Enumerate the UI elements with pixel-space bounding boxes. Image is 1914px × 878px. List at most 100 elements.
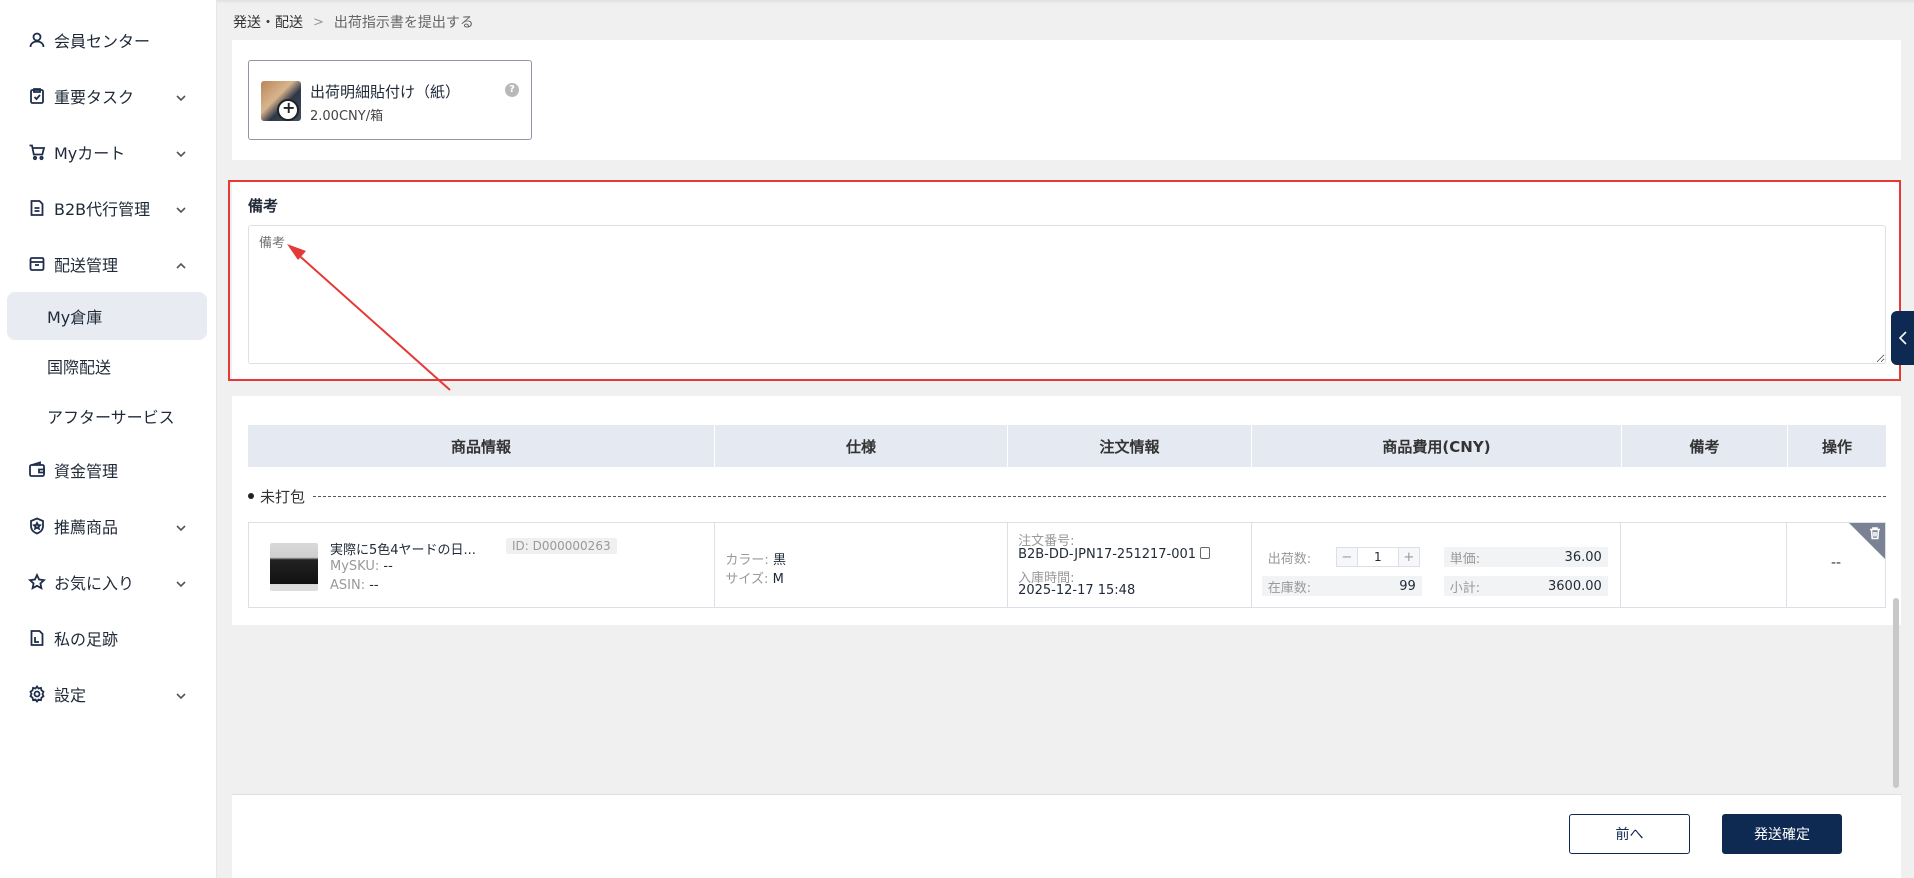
column-header-remark: 備考 bbox=[1622, 425, 1788, 467]
stock-qty-box: 在庫数: 99 bbox=[1261, 576, 1422, 596]
scrollbar[interactable] bbox=[1893, 598, 1899, 788]
prev-button[interactable]: 前へ bbox=[1569, 814, 1690, 854]
bullet-icon bbox=[248, 493, 254, 499]
cart-icon bbox=[28, 143, 46, 161]
chevron-down-icon bbox=[175, 520, 187, 532]
column-header-product-cost: 商品費用(CNY) bbox=[1252, 425, 1622, 467]
box-icon bbox=[28, 255, 46, 273]
wallet-icon bbox=[28, 461, 46, 479]
cell-product-cost: 出荷数: − 1 + 在庫数: 99 単価: 36.00 小計: 3600.00 bbox=[1252, 523, 1622, 607]
minus-button[interactable]: − bbox=[1336, 548, 1357, 566]
asin-line: ASIN: -- bbox=[330, 578, 379, 593]
asin-label: ASIN: bbox=[330, 578, 366, 593]
cell-spec: カラー: 黒 サイズ: M bbox=[715, 523, 1009, 607]
sidebar-item-my-cart[interactable]: Myカート bbox=[0, 132, 217, 172]
remark-title: 備考 bbox=[248, 197, 279, 215]
service-card[interactable]: 出荷明細貼付け（紙） 2.00CNY/箱 ? bbox=[248, 60, 532, 140]
trash-icon[interactable] bbox=[1868, 526, 1882, 540]
breadcrumb: 発送・配送 > 出荷指示書を提出する bbox=[233, 12, 474, 32]
help-icon[interactable]: ? bbox=[505, 83, 519, 97]
shield-star-icon bbox=[28, 517, 46, 535]
cell-product-info: 実際に5色4ヤードの日... ID: D000000263 MySKU: -- … bbox=[249, 523, 716, 607]
footprint-icon bbox=[28, 629, 46, 647]
service-price: 2.00CNY/箱 bbox=[310, 109, 384, 124]
zoom-in-icon[interactable] bbox=[277, 98, 299, 121]
sidebar-item-settings[interactable]: 設定 bbox=[0, 674, 217, 714]
product-image[interactable] bbox=[270, 543, 318, 591]
sidebar: 会員センター 重要タスク Myカート B2B代行管理 配送管理 My倉庫 国際配… bbox=[0, 0, 217, 878]
quantity-stepper[interactable]: − 1 + bbox=[1335, 547, 1420, 567]
sidebar-item-my-footprints[interactable]: 私の足跡 bbox=[0, 618, 217, 658]
stock-time: 2025-12-17 15:48 bbox=[1018, 583, 1136, 598]
top-shadow bbox=[217, 0, 1914, 4]
subtotal-value: 3600.00 bbox=[1548, 578, 1602, 594]
stock-qty-value: 99 bbox=[1399, 578, 1416, 594]
subtotal-box: 小計: 3600.00 bbox=[1443, 576, 1608, 596]
chevron-left-icon bbox=[1898, 331, 1907, 345]
mysku-line: MySKU: -- bbox=[330, 559, 393, 574]
product-name[interactable]: 実際に5色4ヤードの日... bbox=[330, 539, 476, 558]
stock-qty-label: 在庫数: bbox=[1267, 580, 1312, 596]
column-header-order-info: 注文情報 bbox=[1008, 425, 1252, 467]
sidebar-item-label: 私の足跡 bbox=[54, 630, 119, 649]
document-icon bbox=[28, 199, 46, 217]
color-value: 黒 bbox=[772, 553, 786, 568]
chevron-down-icon bbox=[175, 90, 187, 102]
mysku-label: MySKU: bbox=[330, 559, 380, 574]
quantity-value[interactable]: 1 bbox=[1356, 548, 1399, 566]
sidebar-item-recommended-products[interactable]: 推薦商品 bbox=[0, 506, 217, 546]
asin-value: -- bbox=[369, 578, 379, 593]
column-header-spec: 仕様 bbox=[715, 425, 1008, 467]
table-header: 商品情報 仕様 注文情報 商品費用(CNY) 備考 操作 bbox=[248, 425, 1886, 467]
remark-textarea[interactable] bbox=[248, 225, 1886, 364]
cell-remark bbox=[1621, 523, 1788, 607]
group-row-unpacked: 未打包 bbox=[248, 486, 1886, 506]
sidebar-item-funds-management[interactable]: 資金管理 bbox=[0, 450, 217, 490]
sidebar-item-important-tasks[interactable]: 重要タスク bbox=[0, 76, 217, 116]
collapse-panel-tab[interactable] bbox=[1891, 311, 1914, 365]
cell-order-info: 注文番号: B2B-DD-JPN17-251217-001 入庫時間: 2025… bbox=[1008, 523, 1252, 607]
size-value: M bbox=[772, 572, 784, 587]
breadcrumb-current: 出荷指示書を提出する bbox=[333, 15, 474, 31]
subtotal-label: 小計: bbox=[1449, 580, 1481, 596]
cell-operation: -- bbox=[1787, 523, 1885, 607]
chevron-up-icon bbox=[175, 258, 187, 270]
sidebar-item-label: 資金管理 bbox=[54, 462, 119, 481]
sidebar-item-shipping-management[interactable]: 配送管理 bbox=[0, 244, 217, 284]
copy-icon[interactable] bbox=[1200, 547, 1211, 559]
unit-price-label: 単価: bbox=[1449, 551, 1481, 567]
color-line: カラー: 黒 bbox=[725, 549, 786, 568]
dashed-divider bbox=[313, 495, 1886, 497]
unit-price-box: 単価: 36.00 bbox=[1443, 547, 1608, 567]
sidebar-item-label: 設定 bbox=[54, 686, 87, 705]
sidebar-item-b2b-management[interactable]: B2B代行管理 bbox=[0, 188, 217, 228]
chevron-down-icon bbox=[175, 576, 187, 588]
gear-icon bbox=[28, 685, 46, 703]
group-label: 未打包 bbox=[260, 487, 306, 506]
order-number-line: B2B-DD-JPN17-251217-001 bbox=[1018, 547, 1211, 562]
confirm-shipping-button[interactable]: 発送確定 bbox=[1722, 814, 1842, 854]
sidebar-item-label: 会員センター bbox=[54, 32, 151, 51]
plus-button[interactable]: + bbox=[1398, 548, 1419, 566]
sidebar-item-label: 推薦商品 bbox=[54, 518, 119, 537]
table-row: 実際に5色4ヤードの日... ID: D000000263 MySKU: -- … bbox=[248, 522, 1886, 608]
breadcrumb-parent[interactable]: 発送・配送 bbox=[233, 12, 303, 32]
sidebar-subitem-my-warehouse[interactable]: My倉庫 bbox=[7, 292, 207, 340]
column-header-product-info: 商品情報 bbox=[248, 425, 715, 467]
sidebar-item-label: Myカート bbox=[54, 144, 126, 163]
clipboard-icon bbox=[28, 87, 46, 105]
unit-price-value: 36.00 bbox=[1564, 549, 1602, 565]
sidebar-subitem-international-shipping[interactable]: 国際配送 bbox=[7, 342, 207, 390]
sidebar-item-label: B2B代行管理 bbox=[54, 200, 151, 219]
size-line: サイズ: M bbox=[725, 568, 783, 587]
column-header-operation: 操作 bbox=[1821, 437, 1852, 456]
sidebar-subitem-after-service[interactable]: アフターサービス bbox=[7, 392, 207, 440]
product-id-badge: ID: D000000263 bbox=[506, 538, 617, 554]
sidebar-item-label: 重要タスク bbox=[54, 88, 135, 107]
sidebar-item-member-center[interactable]: 会員センター bbox=[0, 20, 217, 60]
sidebar-item-favorites[interactable]: お気に入り bbox=[0, 562, 217, 602]
size-label: サイズ: bbox=[725, 572, 769, 587]
user-icon bbox=[28, 31, 46, 49]
order-number: B2B-DD-JPN17-251217-001 bbox=[1018, 547, 1197, 562]
ship-qty-label: 出荷数: bbox=[1267, 551, 1312, 567]
